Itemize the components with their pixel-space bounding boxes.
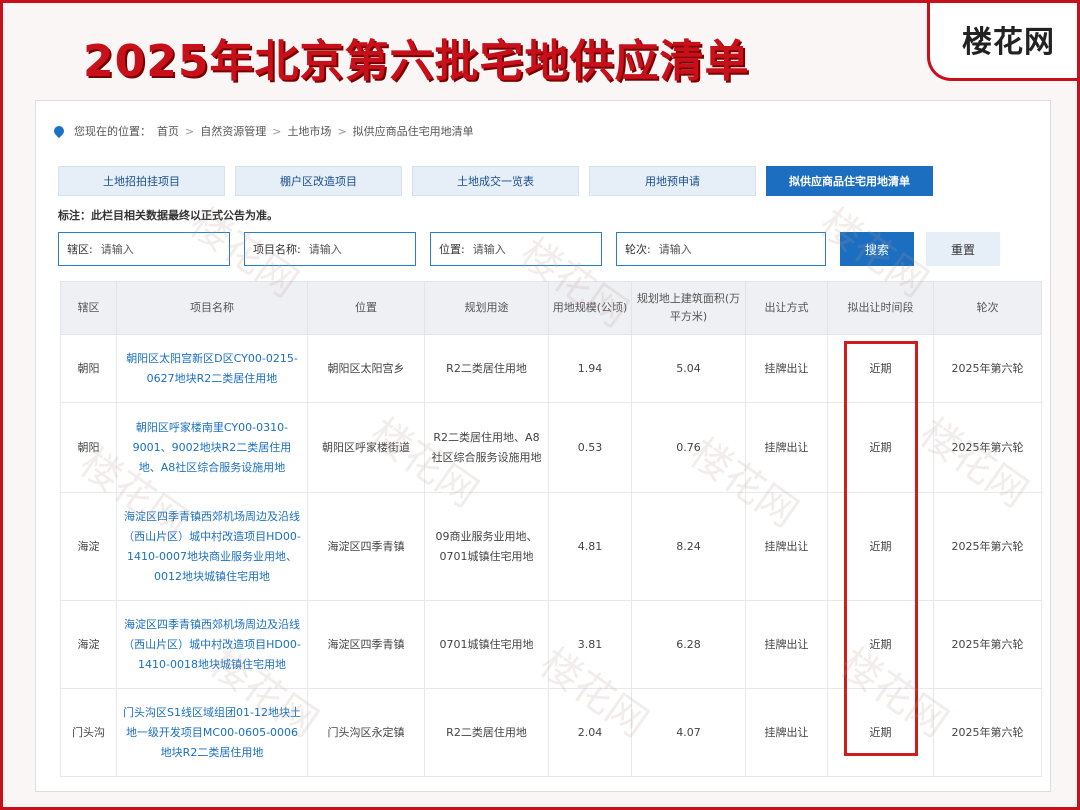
district-field[interactable]: 辖区: 请输入 (58, 232, 230, 266)
webpage-screenshot: 您现在的位置： 首页 > 自然资源管理 > 土地市场 > 拟供应商品住宅用地清单… (35, 100, 1051, 792)
cell-location: 朝阳区呼家楼街道 (307, 402, 425, 493)
cell-floor-area: 5.04 (631, 334, 746, 403)
cell-usage: R2二类居住用地 (424, 334, 549, 403)
cell-round: 2025年第六轮 (933, 492, 1042, 601)
cell-floor-area: 8.24 (631, 492, 746, 601)
cell-method: 挂牌出让 (745, 688, 828, 777)
cell-usage: 09商业服务业用地、0701城镇住宅用地 (424, 492, 549, 601)
column-header: 位置 (307, 281, 425, 335)
cell-method: 挂牌出让 (745, 334, 828, 403)
cell-area: 4.81 (548, 492, 632, 601)
filter-bar: 辖区: 请输入 项目名称: 请输入 位置: 请输入 轮次: 请输入 搜索 重置 (58, 232, 1000, 266)
cell-round: 2025年第六轮 (933, 688, 1042, 777)
column-header: 项目名称 (116, 281, 308, 335)
column-header: 规划地上建筑面积(万平方米) (631, 281, 746, 335)
cell-method: 挂牌出让 (745, 402, 828, 493)
project-name-label: 项目名称: (253, 243, 301, 256)
cell-project-name-link[interactable]: 朝阳区太阳宫新区D区CY00-0215-0627地块R2二类居住用地 (116, 334, 308, 403)
district-label: 辖区: (67, 243, 93, 256)
cell-project-name-link[interactable]: 朝阳区呼家楼南里CY00-0310-9001、9002地块R2二类居住用地、A8… (116, 402, 308, 493)
round-field[interactable]: 轮次: 请输入 (616, 232, 826, 266)
cell-area: 3.81 (548, 600, 632, 689)
cell-round: 2025年第六轮 (933, 600, 1042, 689)
location-placeholder: 请输入 (472, 243, 506, 256)
breadcrumb-item-current: 拟供应商品住宅用地清单 (352, 125, 474, 138)
column-header: 规划用途 (424, 281, 549, 335)
breadcrumb-separator: > (337, 124, 347, 138)
location-pin-icon (51, 123, 67, 139)
cell-district: 朝阳 (60, 334, 117, 403)
tab-land-deals[interactable]: 土地成交一览表 (412, 166, 579, 196)
brand-logo: 楼花网 (962, 25, 1055, 60)
column-header: 辖区 (60, 281, 117, 335)
cell-location: 门头沟区永定镇 (307, 688, 425, 777)
round-placeholder: 请输入 (658, 243, 692, 256)
poster-frame: 2025年北京第六批宅地供应清单 楼花网 您现在的位置： 首页 > 自然资源管理… (0, 0, 1080, 810)
tab-residential-list[interactable]: 拟供应商品住宅用地清单 (766, 166, 933, 196)
breadcrumb-prefix: 您现在的位置： (74, 125, 151, 138)
breadcrumb-item-resources[interactable]: 自然资源管理 (200, 123, 266, 139)
round-label: 轮次: (625, 243, 651, 256)
search-button[interactable]: 搜索 (840, 232, 914, 266)
cell-location: 海淀区四季青镇 (307, 492, 425, 601)
tab-land-auction[interactable]: 土地招拍挂项目 (58, 166, 225, 196)
cell-usage: R2二类居住用地 (424, 688, 549, 777)
cell-floor-area: 6.28 (631, 600, 746, 689)
cell-district: 门头沟 (60, 688, 117, 777)
column-header: 用地规模(公顷) (548, 281, 632, 335)
location-field[interactable]: 位置: 请输入 (430, 232, 602, 266)
breadcrumb-item-home[interactable]: 首页 (157, 123, 179, 139)
cell-location: 海淀区四季青镇 (307, 600, 425, 689)
column-header: 拟出让时间段 (827, 281, 934, 335)
cell-method: 挂牌出让 (745, 600, 828, 689)
logo-corner: 楼花网 (927, 3, 1077, 81)
cell-project-name-link[interactable]: 门头沟区S1线区域组团01-12地块土地一级开发项目MC00-0605-0006… (116, 688, 308, 777)
breadcrumb: 您现在的位置： 首页 > 自然资源管理 > 土地市场 > 拟供应商品住宅用地清单 (51, 123, 474, 139)
cell-area: 0.53 (548, 402, 632, 493)
poster-title: 2025年北京第六批宅地供应清单 (83, 36, 750, 87)
tab-bar: 土地招拍挂项目 棚户区改造项目 土地成交一览表 用地预申请 拟供应商品住宅用地清… (58, 166, 933, 196)
cell-usage: R2二类居住用地、A8社区综合服务设施用地 (424, 402, 549, 493)
cell-project-name-link[interactable]: 海淀区四季青镇西郊机场周边及沿线（西山片区）城中村改造项目HD00-1410-0… (116, 492, 308, 601)
cell-round: 2025年第六轮 (933, 334, 1042, 403)
table-header-row: 辖区 项目名称 位置 规划用途 用地规模(公顷) 规划地上建筑面积(万平方米) … (60, 281, 1042, 335)
breadcrumb-separator: > (272, 124, 282, 138)
tab-pre-application[interactable]: 用地预申请 (589, 166, 756, 196)
highlight-box (844, 341, 918, 756)
cell-district: 海淀 (60, 492, 117, 601)
cell-location: 朝阳区太阳宫乡 (307, 334, 425, 403)
notice-text: 标注：此栏目相关数据最终以正式公告为准。 (58, 209, 278, 222)
cell-floor-area: 0.76 (631, 402, 746, 493)
cell-project-name-link[interactable]: 海淀区四季青镇西郊机场周边及沿线（西山片区）城中村改造项目HD00-1410-0… (116, 600, 308, 689)
column-header: 轮次 (933, 281, 1042, 335)
cell-method: 挂牌出让 (745, 492, 828, 601)
breadcrumb-separator: > (185, 124, 195, 138)
reset-button[interactable]: 重置 (926, 232, 1000, 266)
cell-floor-area: 4.07 (631, 688, 746, 777)
breadcrumb-item-land-market[interactable]: 土地市场 (287, 123, 331, 139)
column-header: 出让方式 (745, 281, 828, 335)
cell-area: 2.04 (548, 688, 632, 777)
district-placeholder: 请输入 (100, 243, 134, 256)
tab-shantytown[interactable]: 棚户区改造项目 (235, 166, 402, 196)
location-label: 位置: (439, 243, 465, 256)
cell-district: 朝阳 (60, 402, 117, 493)
project-name-field[interactable]: 项目名称: 请输入 (244, 232, 416, 266)
cell-area: 1.94 (548, 334, 632, 403)
project-name-placeholder: 请输入 (308, 243, 342, 256)
cell-usage: 0701城镇住宅用地 (424, 600, 549, 689)
cell-round: 2025年第六轮 (933, 402, 1042, 493)
cell-district: 海淀 (60, 600, 117, 689)
